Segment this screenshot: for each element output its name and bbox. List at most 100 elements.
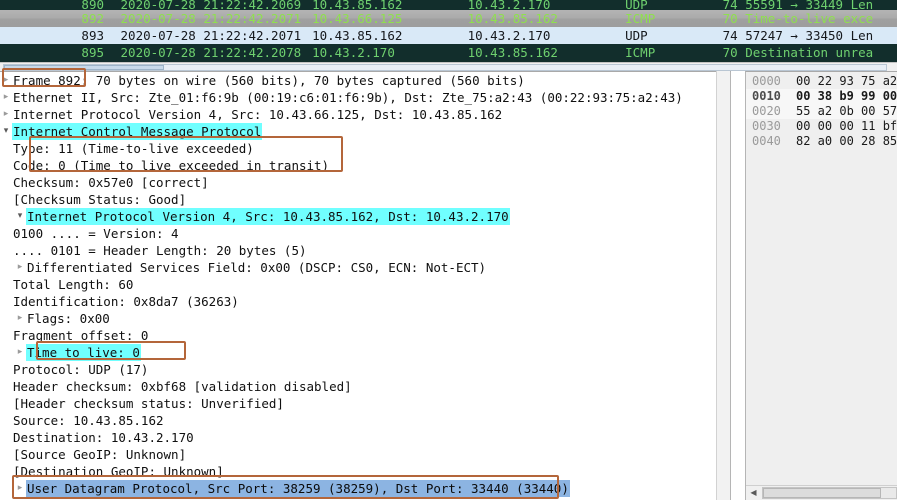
detail-row-label: [Destination GeoIP: Unknown] [12,463,225,480]
hex-offset: 0030 [746,119,788,134]
hex-row[interactable]: 004082 a0 00 28 85 [746,134,897,149]
detail-row-label: Total Length: 60 [12,276,134,293]
chevron-right-icon[interactable]: ▸ [0,72,12,89]
detail-row-icmp-checksum[interactable]: ▸Checksum: 0x57e0 [correct] [0,174,730,191]
scroll-left-arrow-icon[interactable]: ◀ [747,487,760,499]
chevron-placeholder-icon: ▸ [0,140,12,157]
detail-row-header-checksum[interactable]: ▸Header checksum: 0xbf68 [validation dis… [0,378,730,395]
hex-hscrollbar-thumb[interactable] [763,488,881,498]
chevron-placeholder-icon: ▸ [0,327,12,344]
packet-time: 2020-07-28 21:22:42.206991 [116,0,301,10]
hex-bytes: 82 a0 00 28 85 [788,134,897,149]
chevron-placeholder-icon: ▸ [0,361,12,378]
chevron-placeholder-icon: ▸ [0,157,12,174]
packet-list-hscrollbar-thumb[interactable] [4,65,164,70]
detail-row-label: Identification: 0x8da7 (36263) [12,293,240,310]
table-row-selected[interactable]: 892 2020-07-28 21:22:42.207138 10.43.66.… [0,10,897,27]
hex-row[interactable]: 002055 a2 0b 00 57 [746,104,897,119]
table-row[interactable]: 895 2020-07-28 21:22:42.207836 10.43.2.1… [0,44,897,61]
detail-row-ipv4-inner[interactable]: ▾Internet Protocol Version 4, Src: 10.43… [0,208,730,225]
hex-hscrollbar-track[interactable] [762,487,897,499]
packet-details-pane[interactable]: ▸Frame 892: 70 bytes on wire (560 bits),… [0,71,731,500]
detail-row-icmp-type[interactable]: ▸Type: 11 (Time-to-live exceeded) [0,140,730,157]
chevron-placeholder-icon: ▸ [0,429,12,446]
detail-row-dsfield[interactable]: ▸Differentiated Services Field: 0x00 (DS… [0,259,730,276]
packet-destination: 10.43.2.170 [464,0,614,10]
detail-row-ipv4-outer[interactable]: ▸Internet Protocol Version 4, Src: 10.43… [0,106,730,123]
packet-protocol: ICMP [621,10,711,27]
packet-list-scroll-strip [0,62,897,71]
hex-row[interactable]: 001000 38 b9 99 00 [746,89,897,104]
chevron-right-icon[interactable]: ▸ [0,106,12,123]
packet-info: 70 Destination unrea [719,44,897,61]
detail-row-icmp[interactable]: ▾Internet Control Message Protocol [0,123,730,140]
packet-info: 70 Time-to-live exce [719,10,897,27]
packet-source: 10.43.85.162 [308,27,456,44]
chevron-right-icon[interactable]: ▸ [14,310,26,327]
hex-offset: 0010 [746,89,788,104]
detail-row-ethernet[interactable]: ▸Ethernet II, Src: Zte_01:f6:9b (00:19:c… [0,89,730,106]
detail-row-label: Flags: 0x00 [26,310,111,327]
detail-row-protocol[interactable]: ▸Protocol: UDP (17) [0,361,730,378]
detail-row-version[interactable]: ▸0100 .... = Version: 4 [0,225,730,242]
detail-row-label: Fragment offset: 0 [12,327,149,344]
detail-row-flags[interactable]: ▸Flags: 0x00 [0,310,730,327]
detail-row-fragment-offset[interactable]: ▸Fragment offset: 0 [0,327,730,344]
chevron-placeholder-icon: ▸ [0,191,12,208]
packet-list-pane[interactable]: 890 2020-07-28 21:22:42.206991 10.43.85.… [0,0,897,62]
detail-row-header-checksum-status[interactable]: ▸[Header checksum status: Unverified] [0,395,730,412]
chevron-right-icon[interactable]: ▸ [14,259,26,276]
detail-row-label: User Datagram Protocol, Src Port: 38259 … [26,480,570,497]
chevron-right-icon[interactable]: ▸ [0,89,12,106]
packet-destination: 10.43.2.170 [464,27,614,44]
detail-row-total-length[interactable]: ▸Total Length: 60 [0,276,730,293]
packet-bytes-pane[interactable]: 000000 22 93 75 a2 001000 38 b9 99 00 00… [745,71,897,500]
detail-row-label: Protocol: UDP (17) [12,361,149,378]
packet-source: 10.43.85.162 [308,0,456,10]
chevron-placeholder-icon: ▸ [0,395,12,412]
detail-row-source-geoip[interactable]: ▸[Source GeoIP: Unknown] [0,446,730,463]
detail-row-label: Source: 10.43.85.162 [12,412,165,429]
detail-row-header-length[interactable]: ▸.... 0101 = Header Length: 20 bytes (5) [0,242,730,259]
chevron-right-icon[interactable]: ▸ [14,480,26,497]
packet-time: 2020-07-28 21:22:42.207836 [116,44,301,61]
table-row[interactable]: 893 2020-07-28 21:22:42.207183 10.43.85.… [0,27,897,44]
chevron-down-icon[interactable]: ▾ [0,123,12,140]
hex-offset: 0000 [746,74,788,89]
chevron-placeholder-icon: ▸ [0,225,12,242]
detail-row-time-to-live[interactable]: ▸Time to live: 0 [0,344,730,361]
packet-source: 10.43.2.170 [308,44,456,61]
packet-list-hscrollbar[interactable] [3,64,887,71]
detail-row-udp[interactable]: ▸User Datagram Protocol, Src Port: 38259… [0,480,730,497]
detail-row-label: Internet Protocol Version 4, Src: 10.43.… [26,208,510,225]
details-vscrollbar[interactable] [716,71,730,500]
hex-row[interactable]: 003000 00 00 11 bf [746,119,897,134]
packet-protocol: UDP [621,0,711,10]
chevron-right-icon[interactable]: ▸ [14,344,26,361]
packet-destination: 10.43.85.162 [464,44,614,61]
packet-no: 895 [0,44,108,61]
packet-no: 892 [0,10,108,27]
table-row[interactable]: 890 2020-07-28 21:22:42.206991 10.43.85.… [0,0,897,10]
packet-protocol: UDP [621,27,711,44]
hex-row[interactable]: 000000 22 93 75 a2 [746,74,897,89]
detail-row-identification[interactable]: ▸Identification: 0x8da7 (36263) [0,293,730,310]
detail-row-source[interactable]: ▸Source: 10.43.85.162 [0,412,730,429]
chevron-placeholder-icon: ▸ [0,446,12,463]
detail-row-label: Frame 892: 70 bytes on wire (560 bits), … [12,72,526,89]
detail-row-label: Type: 11 (Time-to-live exceeded) [12,140,255,157]
detail-row-label: Code: 0 (Time to live exceeded in transi… [12,157,330,174]
detail-row-label: [Source GeoIP: Unknown] [12,446,187,463]
detail-row-destination-geoip[interactable]: ▸[Destination GeoIP: Unknown] [0,463,730,480]
packet-source: 10.43.66.125 [308,10,456,27]
packet-time: 2020-07-28 21:22:42.207138 [116,10,301,27]
chevron-down-icon[interactable]: ▾ [14,208,26,225]
detail-row-icmp-code[interactable]: ▸Code: 0 (Time to live exceeded in trans… [0,157,730,174]
detail-row-icmp-checksum-status[interactable]: ▸[Checksum Status: Good] [0,191,730,208]
detail-row-frame[interactable]: ▸Frame 892: 70 bytes on wire (560 bits),… [0,72,730,89]
detail-row-label: Ethernet II, Src: Zte_01:f6:9b (00:19:c6… [12,89,684,106]
detail-row-destination[interactable]: ▸Destination: 10.43.2.170 [0,429,730,446]
hex-hscrollbar[interactable]: ◀ [746,485,897,500]
chevron-placeholder-icon: ▸ [0,463,12,480]
chevron-placeholder-icon: ▸ [0,293,12,310]
